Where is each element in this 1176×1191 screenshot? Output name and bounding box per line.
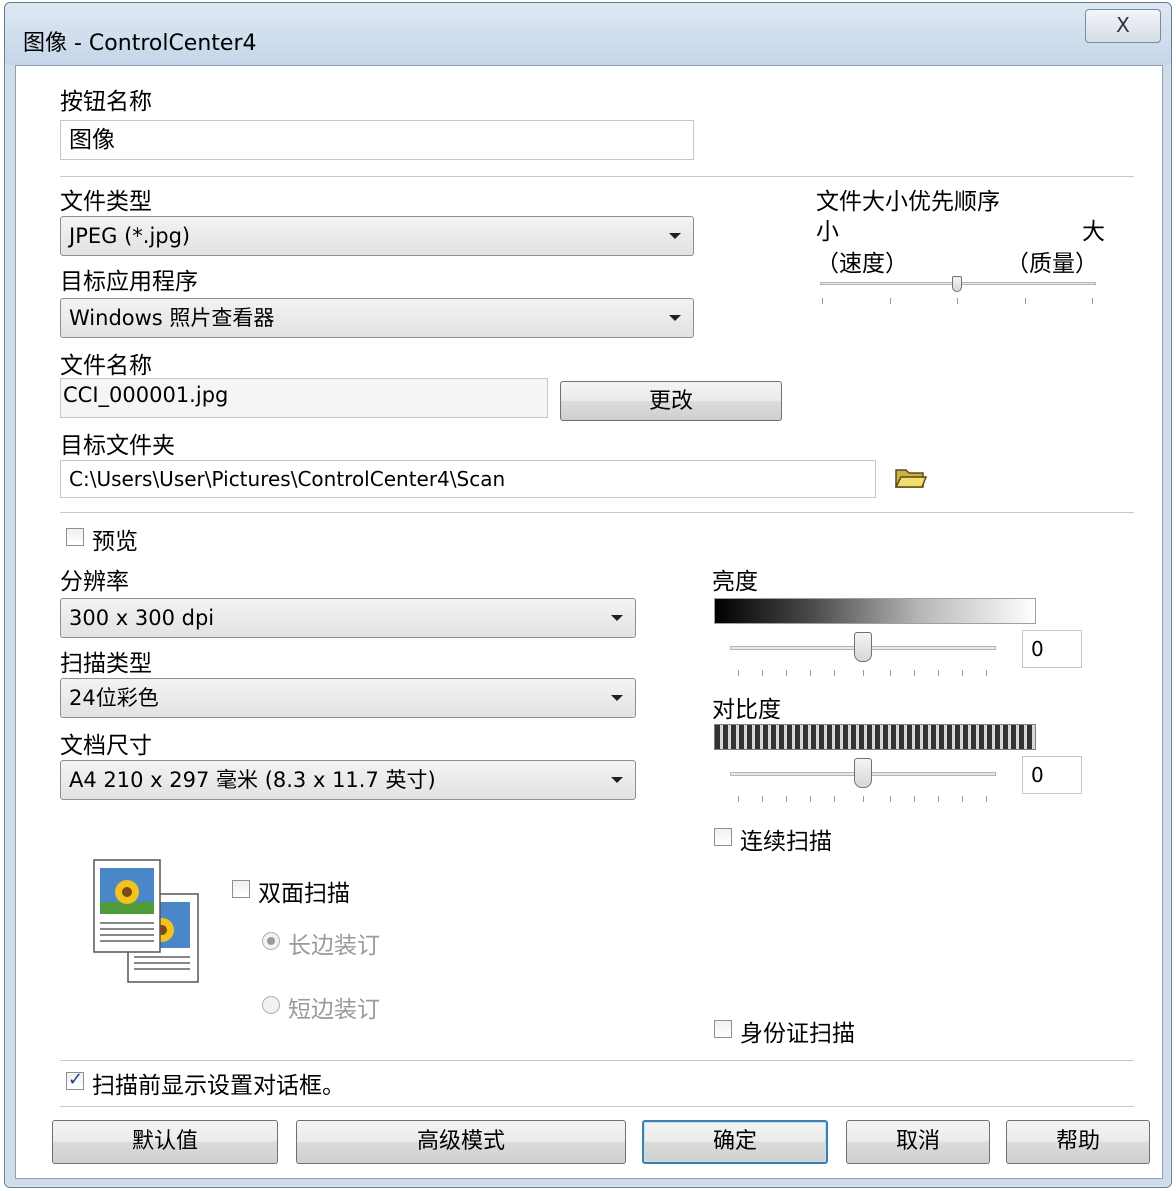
- file-size-priority-label: 文件大小优先顺序: [816, 189, 1000, 215]
- slider-tick: [957, 298, 958, 304]
- scan-type-label: 扫描类型: [60, 651, 152, 677]
- resolution-label: 分辨率: [60, 569, 129, 595]
- dialog-window: 图像 - ControlCenter4 X 按钮名称 图像 文件类型 JPEG …: [4, 2, 1172, 1188]
- target-app-label: 目标应用程序: [60, 269, 198, 295]
- show-settings-label: 扫描前显示设置对话框。: [92, 1073, 345, 1099]
- duplex-checkbox[interactable]: [232, 880, 250, 898]
- duplex-label: 双面扫描: [258, 881, 350, 907]
- long-edge-radio[interactable]: [262, 932, 280, 950]
- cancel-button[interactable]: 取消: [846, 1120, 990, 1164]
- continuous-scan-label: 连续扫描: [740, 829, 832, 855]
- slider-tick: [863, 796, 864, 802]
- continuous-scan-checkbox[interactable]: [714, 828, 732, 846]
- slider-tick: [1025, 298, 1026, 304]
- short-edge-label: 短边装订: [288, 997, 380, 1023]
- slider-tick: [962, 796, 963, 802]
- slider-tick: [914, 670, 915, 676]
- divider: [60, 512, 1134, 513]
- dialog-body: 按钮名称 图像 文件类型 JPEG (*.jpg) 文件大小优先顺序 小 大 （…: [15, 65, 1163, 1179]
- id-card-scan-label: 身份证扫描: [740, 1021, 855, 1047]
- slider-tick: [938, 796, 939, 802]
- contrast-pattern-bar: [714, 724, 1036, 750]
- doc-size-select[interactable]: A4 210 x 297 毫米 (8.3 x 11.7 英寸): [60, 760, 636, 800]
- target-folder-label: 目标文件夹: [60, 433, 175, 459]
- slider-tick: [962, 670, 963, 676]
- brightness-slider-thumb[interactable]: [854, 632, 872, 662]
- slider-tick: [786, 670, 787, 676]
- doc-size-value: A4 210 x 297 毫米 (8.3 x 11.7 英寸): [69, 768, 436, 792]
- preview-checkbox[interactable]: [66, 528, 84, 546]
- id-card-scan-checkbox[interactable]: [714, 1020, 732, 1038]
- contrast-value-input[interactable]: 0: [1022, 756, 1082, 794]
- slider-tick: [834, 796, 835, 802]
- slider-tick: [762, 796, 763, 802]
- chevron-down-icon: [611, 695, 623, 701]
- chevron-down-icon: [611, 615, 623, 621]
- show-settings-checkbox[interactable]: [66, 1069, 84, 1090]
- slider-tick: [786, 796, 787, 802]
- window-title: 图像 - ControlCenter4: [23, 31, 257, 56]
- divider: [60, 1060, 1134, 1061]
- slider-tick: [1092, 298, 1093, 304]
- change-button[interactable]: 更改: [560, 381, 782, 421]
- help-button[interactable]: 帮助: [1006, 1120, 1150, 1164]
- file-size-min-label: 小: [816, 219, 839, 245]
- resolution-select[interactable]: 300 x 300 dpi: [60, 598, 636, 638]
- doc-size-label: 文档尺寸: [60, 733, 152, 759]
- button-name-input[interactable]: 图像: [60, 120, 694, 160]
- divider: [60, 176, 1134, 177]
- file-size-min-sublabel: （速度）: [816, 251, 908, 277]
- file-type-select[interactable]: JPEG (*.jpg): [60, 216, 694, 256]
- scan-type-value: 24位彩色: [69, 686, 159, 710]
- close-button[interactable]: X: [1085, 9, 1161, 43]
- slider-tick: [986, 796, 987, 802]
- default-button[interactable]: 默认值: [52, 1120, 278, 1164]
- file-size-max-label: 大: [1082, 219, 1105, 245]
- slider-tick: [834, 670, 835, 676]
- duplex-pages-icon: [90, 856, 202, 986]
- slider-tick: [938, 670, 939, 676]
- slider-tick: [914, 796, 915, 802]
- slider-tick: [890, 796, 891, 802]
- contrast-label: 对比度: [712, 697, 781, 723]
- file-type-value: JPEG (*.jpg): [69, 224, 191, 248]
- chevron-down-icon: [611, 777, 623, 783]
- slider-tick: [738, 796, 739, 802]
- file-name-label: 文件名称: [60, 353, 152, 379]
- slider-tick: [986, 670, 987, 676]
- target-app-select[interactable]: Windows 照片查看器: [60, 298, 694, 338]
- brightness-label: 亮度: [712, 569, 758, 595]
- file-name-input[interactable]: CCI_000001.jpg: [60, 378, 548, 418]
- ok-button[interactable]: 确定: [642, 1120, 828, 1164]
- target-app-value: Windows 照片查看器: [69, 306, 275, 330]
- chevron-down-icon: [669, 233, 681, 239]
- brightness-value-input[interactable]: 0: [1022, 630, 1082, 668]
- slider-tick: [810, 670, 811, 676]
- slider-tick: [738, 670, 739, 676]
- slider-tick: [863, 670, 864, 676]
- slider-tick: [810, 796, 811, 802]
- title-bar: 图像 - ControlCenter4 X: [5, 3, 1171, 65]
- long-edge-label: 长边装订: [288, 933, 380, 959]
- chevron-down-icon: [669, 315, 681, 321]
- file-size-max-sublabel: （质量）: [1006, 251, 1098, 277]
- folder-icon[interactable]: [894, 466, 928, 490]
- file-type-label: 文件类型: [60, 189, 152, 215]
- target-folder-input[interactable]: C:\Users\User\Pictures\ControlCenter4\Sc…: [60, 460, 876, 498]
- file-size-slider-thumb[interactable]: [952, 276, 962, 292]
- slider-tick: [890, 298, 891, 304]
- button-name-label: 按钮名称: [60, 89, 152, 115]
- contrast-slider-thumb[interactable]: [854, 758, 872, 788]
- advanced-mode-button[interactable]: 高级模式: [296, 1120, 626, 1164]
- resolution-value: 300 x 300 dpi: [69, 606, 215, 630]
- slider-tick: [762, 670, 763, 676]
- divider: [60, 1106, 1134, 1107]
- slider-tick: [822, 298, 823, 304]
- brightness-gradient-bar: [714, 598, 1036, 624]
- short-edge-radio[interactable]: [262, 996, 280, 1014]
- slider-tick: [890, 670, 891, 676]
- scan-type-select[interactable]: 24位彩色: [60, 678, 636, 718]
- preview-label: 预览: [92, 529, 138, 555]
